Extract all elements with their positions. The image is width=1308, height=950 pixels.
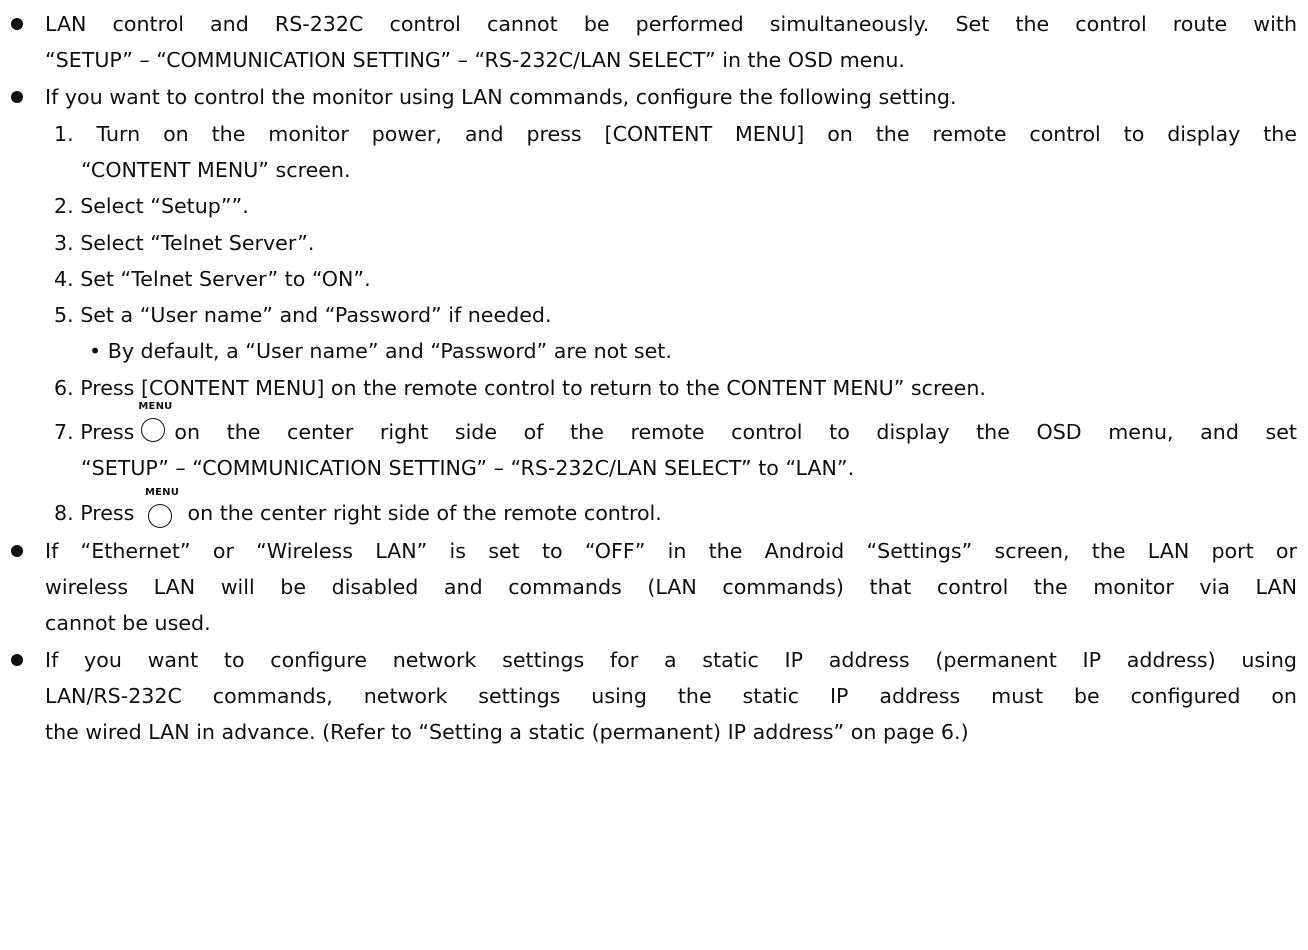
menu-icon-ring bbox=[147, 504, 172, 528]
bullet-3-line-2: wireless LAN will be disabled and comman… bbox=[45, 575, 1297, 599]
menu-icon-label: MENU bbox=[144, 487, 180, 498]
step-7-prefix: 7. Press bbox=[54, 420, 135, 444]
bullet-4-line-1: If you want to configure network setting… bbox=[45, 648, 1297, 672]
bullet-dot bbox=[11, 18, 23, 30]
step-4: 4. Set “Telnet Server” to “ON”. bbox=[54, 267, 371, 291]
bullet-4-line-3: the wired LAN in advance. (Refer to “Set… bbox=[45, 720, 969, 744]
step-8: 8. Press MENU on the center right side o… bbox=[54, 487, 662, 531]
bullet-1-line-1: LAN control and RS-232C control cannot b… bbox=[45, 12, 1297, 36]
bullet-dot bbox=[11, 545, 23, 557]
bullet-2-intro: If you want to control the monitor using… bbox=[45, 85, 957, 109]
step-2: 2. Select “Setup””. bbox=[54, 194, 249, 218]
step-1-line-1: 1. Turn on the monitor power, and press … bbox=[54, 122, 1297, 146]
step-7-suffix: on the center right side of the remote c… bbox=[174, 420, 1297, 444]
menu-icon-ring bbox=[141, 418, 166, 442]
bullet-1-line-2: “SETUP” – “COMMUNICATION SETTING” – “RS-… bbox=[45, 48, 905, 72]
step-6: 6. Press [CONTENT MENU] on the remote co… bbox=[54, 376, 986, 400]
step-5: 5. Set a “User name” and “Password” if n… bbox=[54, 303, 552, 327]
menu-icon-label: MENU bbox=[138, 401, 173, 412]
step-7-line-1: 7. Press MENU on the center right side o… bbox=[54, 401, 1297, 450]
bullet-dot bbox=[11, 91, 23, 103]
step-8-suffix: on the center right side of the remote c… bbox=[187, 501, 662, 525]
bullet-dot bbox=[11, 654, 23, 666]
bullet-4-line-2: LAN/RS-232C commands, network settings u… bbox=[45, 684, 1297, 708]
menu-button-icon: MENU bbox=[138, 401, 172, 442]
bullet-3-line-3: cannot be used. bbox=[45, 611, 211, 635]
step-3: 3. Select “Telnet Server”. bbox=[54, 231, 315, 255]
menu-button-icon: MENU bbox=[145, 487, 179, 528]
step-7-line-2: “SETUP” – “COMMUNICATION SETTING” – “RS-… bbox=[81, 456, 855, 480]
step-1-line-2: “CONTENT MENU” screen. bbox=[81, 158, 351, 182]
bullet-3-line-1: If “Ethernet” or “Wireless LAN” is set t… bbox=[45, 539, 1297, 563]
document-page: LAN control and RS-232C control cannot b… bbox=[0, 0, 1308, 950]
step-5-note: • By default, a “User name” and “Passwor… bbox=[89, 339, 672, 363]
step-8-prefix: 8. Press bbox=[54, 501, 135, 525]
